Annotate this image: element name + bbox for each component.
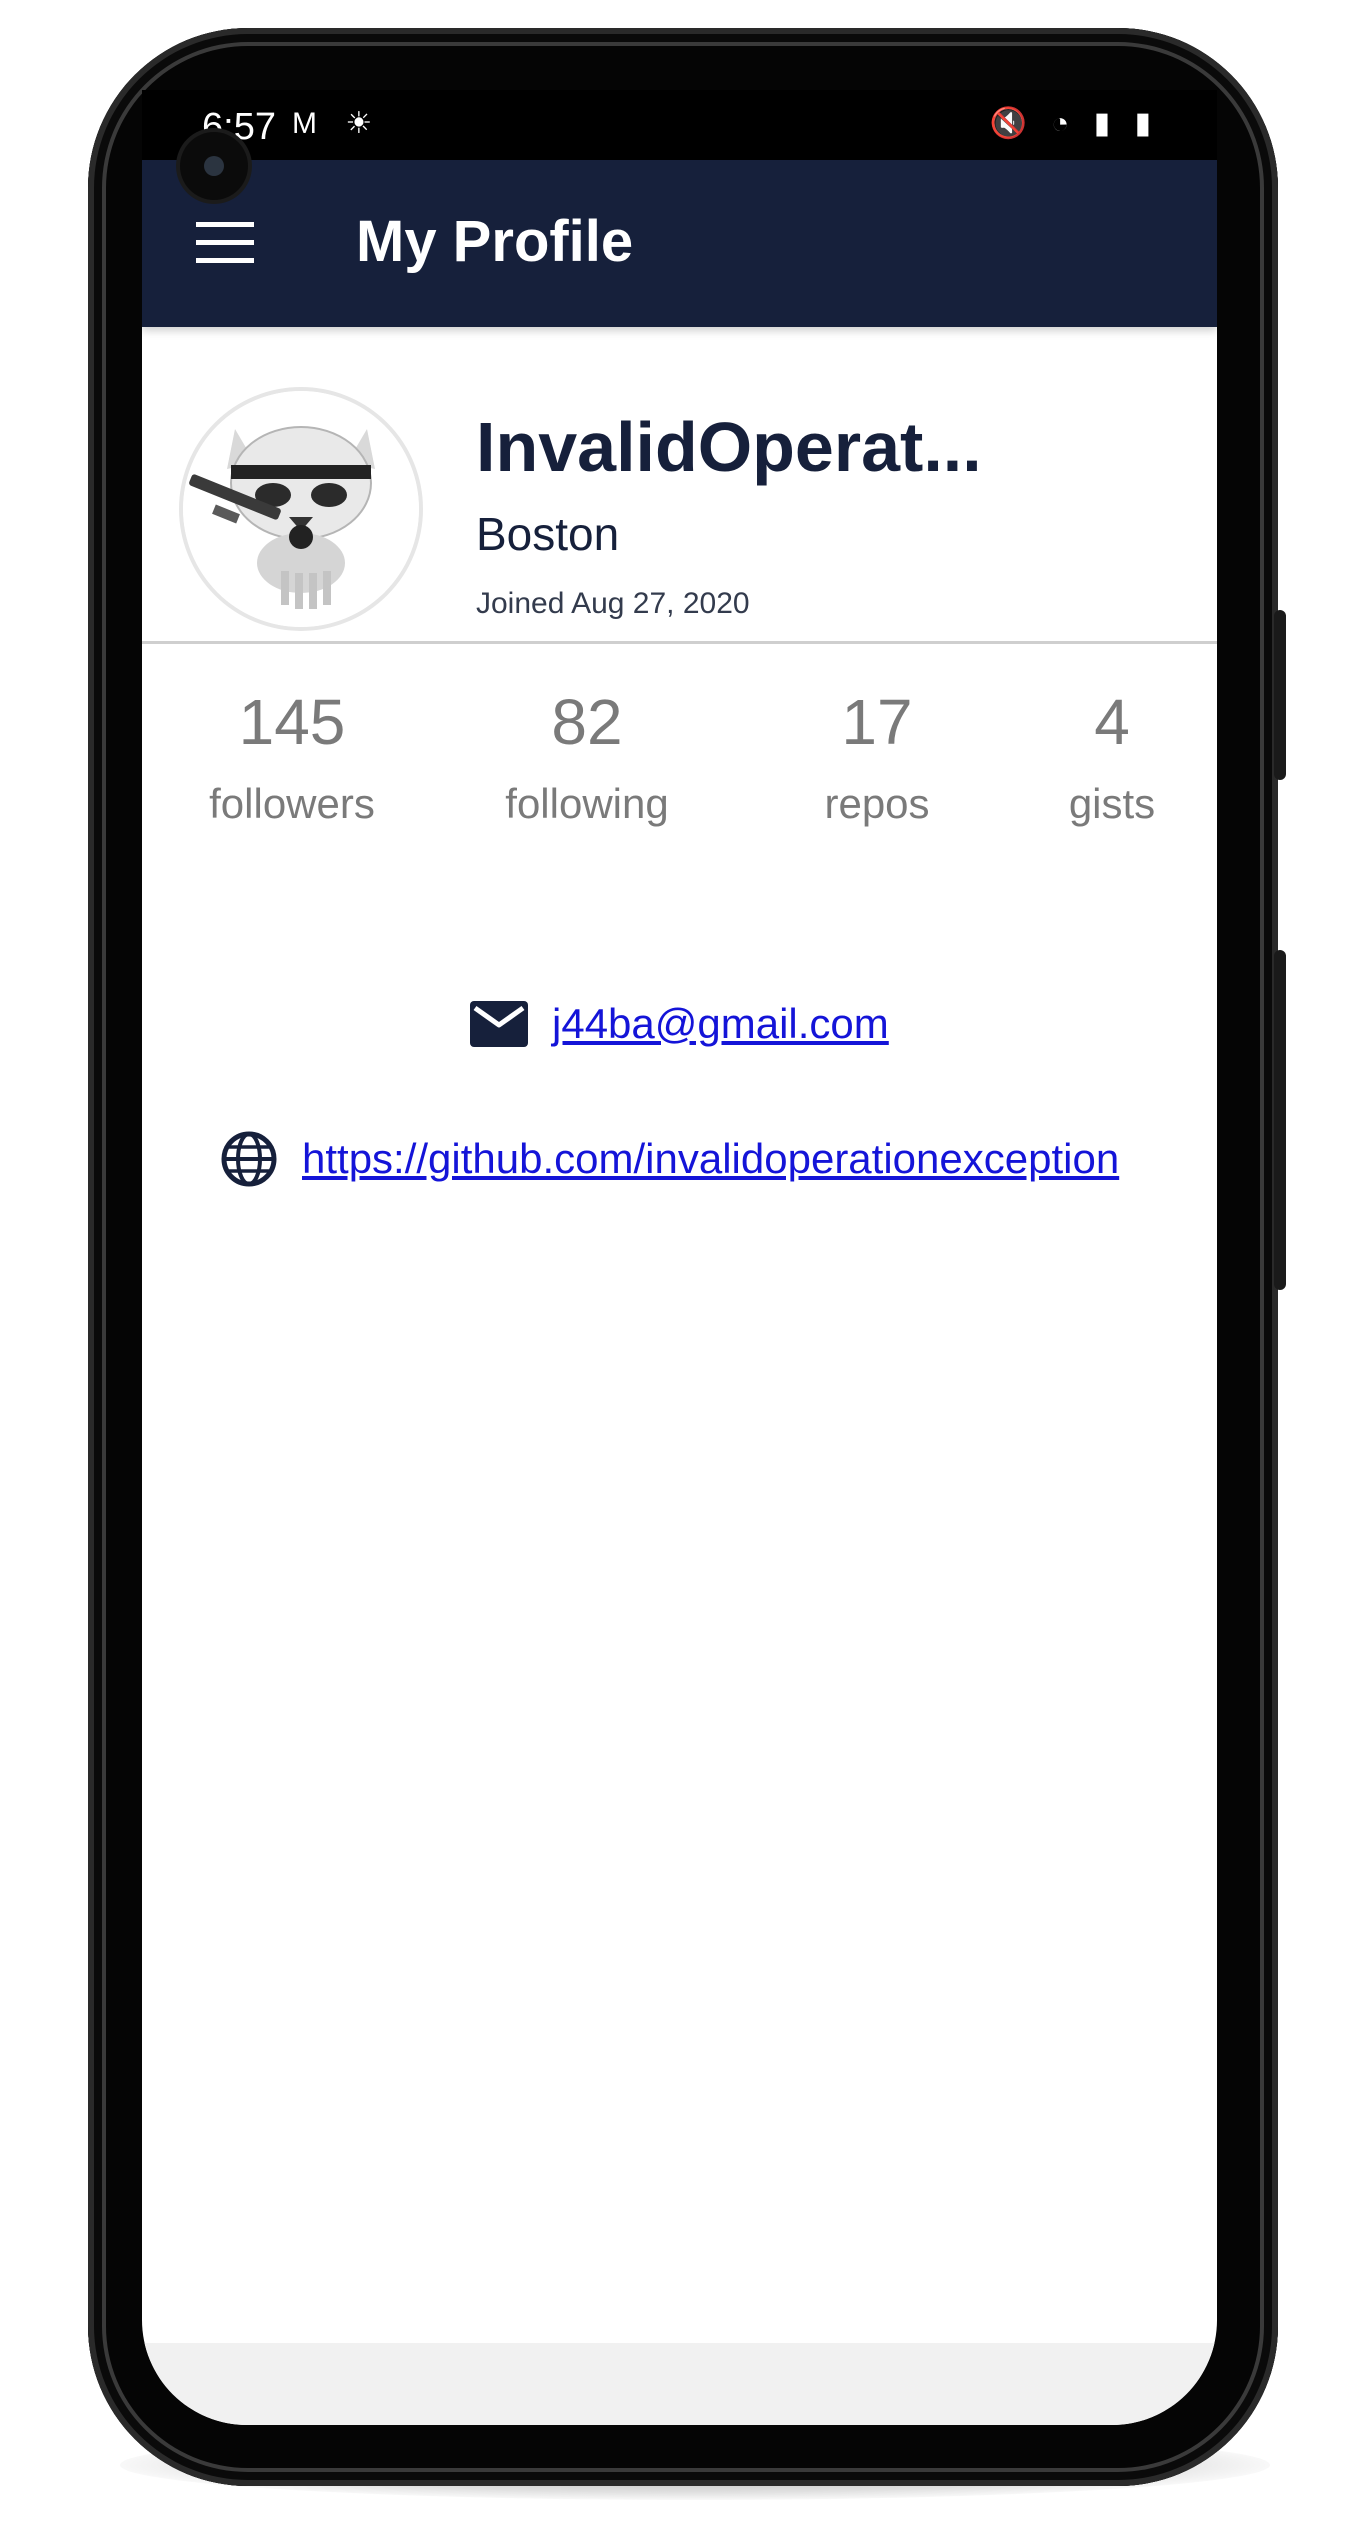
navigation-bar	[142, 2343, 1217, 2425]
stat-value: 4	[1094, 686, 1130, 758]
volume-button	[1274, 610, 1286, 780]
mail-icon	[470, 1001, 528, 1047]
wifi-icon: ◔	[1051, 107, 1078, 140]
stat-value: 145	[238, 686, 346, 758]
stat-label: following	[505, 780, 669, 827]
weather-icon: ☀	[345, 107, 383, 140]
status-right-icons: 🔇 ◔ ▮ ▮	[989, 106, 1159, 141]
gmail-icon: M	[292, 107, 327, 140]
page-title: My Profile	[356, 209, 634, 274]
status-left-icons: M ☀	[292, 106, 382, 141]
stat-label: followers	[209, 780, 375, 827]
stat-repos[interactable]: 17 repos	[802, 690, 952, 828]
stat-label: gists	[1068, 780, 1156, 827]
website-row: https://github.com/invalidoperationexcep…	[220, 1130, 1119, 1188]
email-row: j44ba@gmail.com	[470, 1000, 889, 1048]
status-bar: 6:57 M ☀ 🔇 ◔ ▮ ▮	[142, 90, 1217, 160]
stat-label: repos	[824, 780, 930, 827]
profile-joined-date: Joined Aug 27, 2020	[476, 587, 750, 620]
app-bar: My Profile	[142, 160, 1217, 327]
stat-value: 82	[551, 686, 623, 758]
hamburger-menu-icon[interactable]	[196, 222, 254, 264]
profile-name: InvalidOperat...	[476, 408, 982, 486]
profile-location: Boston	[476, 508, 620, 560]
website-link[interactable]: https://github.com/invalidoperationexcep…	[302, 1135, 1119, 1183]
mute-icon: 🔇	[989, 107, 1035, 140]
stat-following[interactable]: 82 following	[482, 690, 692, 828]
email-link[interactable]: j44ba@gmail.com	[552, 1000, 889, 1048]
power-button	[1274, 950, 1286, 1290]
signal-icon: ▮	[1093, 107, 1119, 140]
stormtroopocat-icon	[183, 391, 419, 627]
stats-row: 145 followers 82 following 17 repos 4 gi…	[142, 690, 1217, 870]
stat-value: 17	[841, 686, 913, 758]
stat-gists[interactable]: 4 gists	[1042, 690, 1182, 828]
stat-followers[interactable]: 145 followers	[182, 690, 402, 828]
avatar	[179, 387, 423, 631]
globe-icon	[220, 1130, 278, 1188]
battery-icon: ▮	[1134, 107, 1159, 140]
front-camera	[180, 132, 248, 200]
app-screen: My Profile InvalidOperat... Boston Joine…	[142, 160, 1217, 2425]
profile-header: InvalidOperat... Boston Joined Aug 27, 2…	[142, 327, 1217, 644]
